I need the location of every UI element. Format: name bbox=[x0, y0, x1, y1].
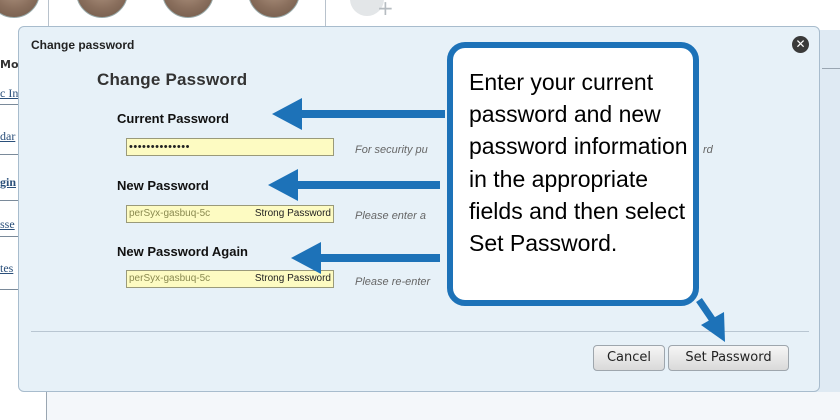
arrow-head bbox=[268, 169, 298, 201]
callout-text: Enter your current password and new pass… bbox=[469, 69, 688, 257]
arrow-to-set-password bbox=[696, 298, 717, 324]
arrow-head bbox=[291, 242, 321, 274]
instruction-callout: Enter your current password and new pass… bbox=[447, 42, 699, 306]
annotation-arrows bbox=[268, 98, 725, 342]
arrow-head bbox=[272, 98, 302, 130]
